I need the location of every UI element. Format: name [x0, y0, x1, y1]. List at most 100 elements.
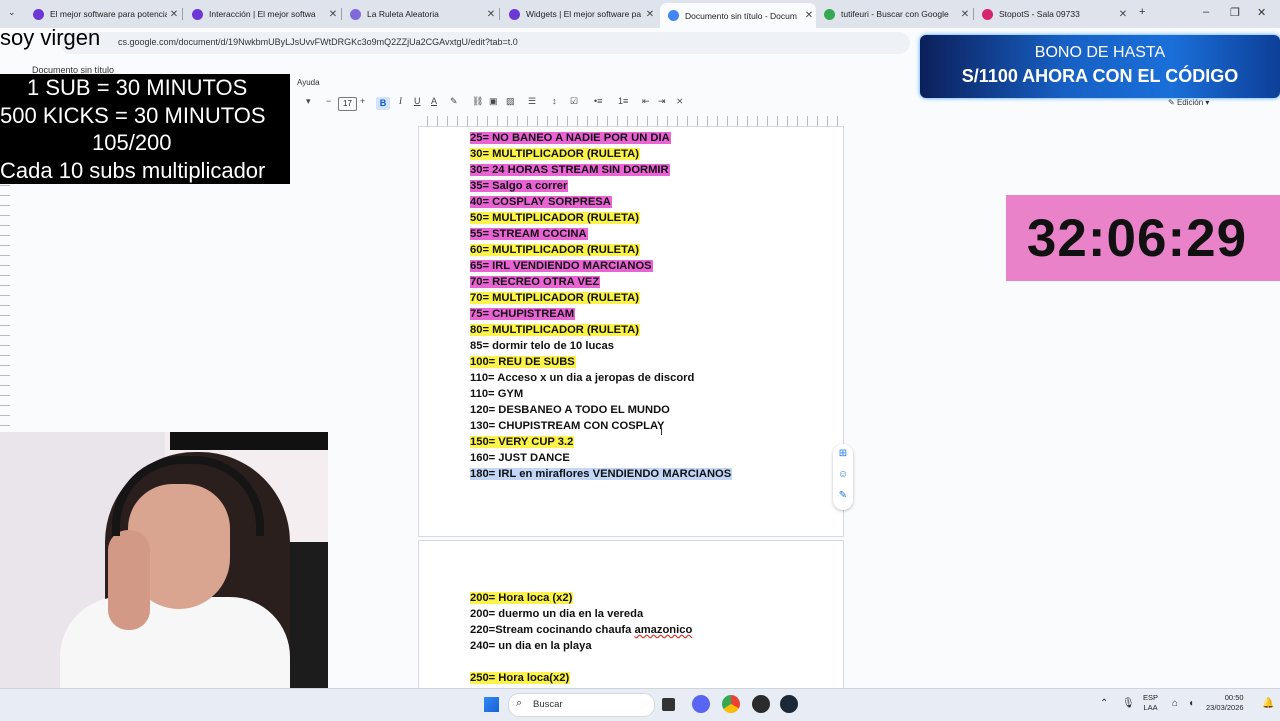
align-icon[interactable]: ☰	[528, 96, 536, 107]
doc-line-text: 100= REU DE SUBS	[470, 356, 576, 368]
tab-favicon-icon	[192, 8, 203, 20]
obs-icon[interactable]	[752, 695, 770, 713]
tab-close-icon[interactable]: ✕	[167, 9, 181, 20]
doc-line[interactable]: 30= 24 HORAS STREAM SIN DORMIR	[470, 163, 670, 178]
doc-line[interactable]: 85= dormir telo de 10 lucas	[470, 339, 615, 354]
doc-line[interactable]: 160= JUST DANCE	[470, 451, 571, 466]
doc-line[interactable]: 60= MULTIPLICADOR (RULETA)	[470, 243, 640, 258]
tab-close-icon[interactable]: ✕	[1116, 9, 1130, 20]
text-color-icon[interactable]: A	[431, 96, 437, 106]
doc-line[interactable]: 65= IRL VENDIENDO MARCIANOS	[470, 259, 653, 274]
doc-line[interactable]: 40= COSPLAY SORPRESA	[470, 195, 612, 210]
editing-mode-button[interactable]: ✎ Edición ▾	[1168, 98, 1209, 107]
doc-line[interactable]: 110= GYM	[470, 387, 524, 402]
spellcheck-word[interactable]: amazonico	[634, 624, 693, 636]
doc-line[interactable]: 50= MULTIPLICADOR (RULETA)	[470, 211, 640, 226]
bold-button[interactable]: B	[376, 97, 390, 110]
decrease-font-icon[interactable]: −	[326, 96, 331, 106]
doc-line[interactable]: 25= NO BANEO A NADIE POR UN DIA	[470, 131, 671, 146]
browser-tab[interactable]: Documento sin título - Docum ✕	[660, 3, 816, 28]
font-dropdown-icon[interactable]: ▾	[306, 96, 311, 107]
restore-icon[interactable]: ❐	[1230, 6, 1240, 19]
add-comment-icon[interactable]: ⊞	[837, 448, 849, 459]
checklist-icon[interactable]: ☑	[570, 96, 578, 107]
discord-icon[interactable]	[692, 695, 710, 713]
doc-line[interactable]: 150= VERY CUP 3.2	[470, 435, 575, 450]
tab-close-icon[interactable]: ✕	[326, 9, 340, 20]
network-icon[interactable]: ⌂	[1172, 698, 1178, 709]
text-cursor-icon: I	[660, 426, 664, 438]
minimize-icon[interactable]: –	[1203, 6, 1209, 18]
windows-start-icon[interactable]	[484, 697, 499, 712]
browser-tab[interactable]: StopotS - Sala 09733 ✕	[974, 4, 1130, 24]
doc-line[interactable]: 35= Salgo a correr	[470, 179, 569, 194]
tab-close-icon[interactable]: ✕	[958, 9, 972, 20]
doc-line[interactable]: 180= IRL en miraflores VENDIENDO MARCIAN…	[470, 467, 733, 482]
numbered-list-icon[interactable]: 1≡	[618, 96, 628, 106]
browser-tab[interactable]: Widgets | El mejor software pa ✕	[501, 4, 657, 24]
close-window-icon[interactable]: ✕	[1257, 6, 1266, 19]
suggest-edit-icon[interactable]: ✎	[837, 490, 849, 501]
url-text[interactable]: cs.google.com/document/d/19NwkbmUByLJsUv…	[118, 37, 518, 47]
comment-icon[interactable]: ▣	[489, 96, 498, 107]
clear-format-icon[interactable]: ⨯	[676, 96, 684, 107]
chrome-icon[interactable]	[722, 695, 740, 713]
chevron-up-icon[interactable]: ⌃	[1100, 698, 1108, 709]
doc-line[interactable]: 110= Acceso x un dia a jeropas de discor…	[470, 371, 695, 386]
doc-line[interactable]: 100= REU DE SUBS	[470, 355, 576, 370]
new-tab-button[interactable]: +	[1139, 6, 1145, 18]
browser-tab[interactable]: tutifeuri - Buscar con Google ✕	[816, 4, 972, 24]
highlight-icon[interactable]: ✎	[450, 96, 458, 107]
tab-title: Documento sin título - Docum	[685, 10, 797, 21]
task-view-icon[interactable]	[662, 698, 675, 711]
tab-search-icon[interactable]: ⌄	[8, 7, 16, 18]
browser-tab[interactable]: La Ruleta Aleatoria ✕	[342, 4, 498, 24]
image-icon[interactable]: ▨	[506, 96, 515, 107]
doc-line[interactable]: 55= STREAM COCINA	[470, 227, 588, 242]
increase-font-icon[interactable]: +	[360, 96, 365, 106]
doc-line[interactable]	[470, 655, 471, 670]
doc-line[interactable]: 240= un dia en la playa	[470, 639, 593, 654]
notification-icon[interactable]: 🔔	[1262, 698, 1274, 709]
font-size-field[interactable]: 17	[338, 97, 357, 111]
doc-line[interactable]: 30= MULTIPLICADOR (RULETA)	[470, 147, 640, 162]
clock-date: 23/03/2026	[1206, 703, 1244, 712]
doc-line-text: 65= IRL VENDIENDO MARCIANOS	[470, 260, 653, 272]
doc-line[interactable]: 80= MULTIPLICADOR (RULETA)	[470, 323, 640, 338]
underline-icon[interactable]: U	[414, 96, 421, 106]
link-icon[interactable]: ⛓	[472, 96, 483, 107]
decrease-indent-icon[interactable]: ⇤	[642, 96, 650, 107]
doc-line[interactable]: 120= DESBANEO A TODO EL MUNDO	[470, 403, 671, 418]
menu-help[interactable]: Ayuda	[297, 78, 320, 87]
tab-close-icon[interactable]: ✕	[643, 9, 657, 20]
tab-close-icon[interactable]: ✕	[484, 9, 498, 20]
tab-close-icon[interactable]: ✕	[802, 10, 816, 21]
doc-line[interactable]: 70= MULTIPLICADOR (RULETA)	[470, 291, 640, 306]
doc-line[interactable]: 200= duermo un dia en la vereda	[470, 607, 644, 622]
doc-line-text: 30= MULTIPLICADOR (RULETA)	[470, 148, 640, 160]
doc-line[interactable]: 130= CHUPISTREAM CON COSPLAY	[470, 419, 665, 434]
steam-icon[interactable]	[780, 695, 798, 713]
doc-line[interactable]: 200= Hora loca (x2)	[470, 591, 574, 606]
language-indicator[interactable]: ESP LAA	[1143, 693, 1158, 713]
tab-favicon-icon	[33, 8, 44, 20]
doc-line[interactable]: 220=Stream cocinando chaufa amazonico	[470, 623, 694, 638]
browser-tab[interactable]: El mejor software para potencia ✕	[25, 4, 181, 24]
doc-line[interactable]: 75= CHUPISTREAM	[470, 307, 576, 322]
doc-line[interactable]: 70= RECREO OTRA VEZ	[470, 275, 601, 290]
increase-indent-icon[interactable]: ⇥	[658, 96, 666, 107]
bullet-list-icon[interactable]: •≡	[594, 96, 602, 106]
microphone-icon[interactable]: 🎙	[1122, 698, 1135, 709]
emoji-reaction-icon[interactable]: ☺	[837, 469, 849, 480]
doc-line-text: 35= Salgo a correr	[470, 180, 569, 192]
doc-line[interactable]: 250= Hora loca(x2)	[470, 671, 571, 686]
taskbar-search[interactable]	[508, 693, 655, 717]
browser-tab[interactable]: Interacción | El mejor softwa ✕	[184, 4, 340, 24]
italic-icon[interactable]: I	[399, 96, 402, 106]
volume-icon[interactable]: ◖	[1188, 698, 1194, 709]
doc-line-text: 150= VERY CUP 3.2	[470, 436, 575, 448]
line-spacing-icon[interactable]: ↕	[552, 96, 557, 106]
floating-actions: ⊞ ☺ ✎	[833, 444, 853, 510]
doc-line-text: 30= 24 HORAS STREAM SIN DORMIR	[470, 164, 670, 176]
taskbar-clock[interactable]: 00:50 23/03/2026	[1206, 693, 1244, 713]
